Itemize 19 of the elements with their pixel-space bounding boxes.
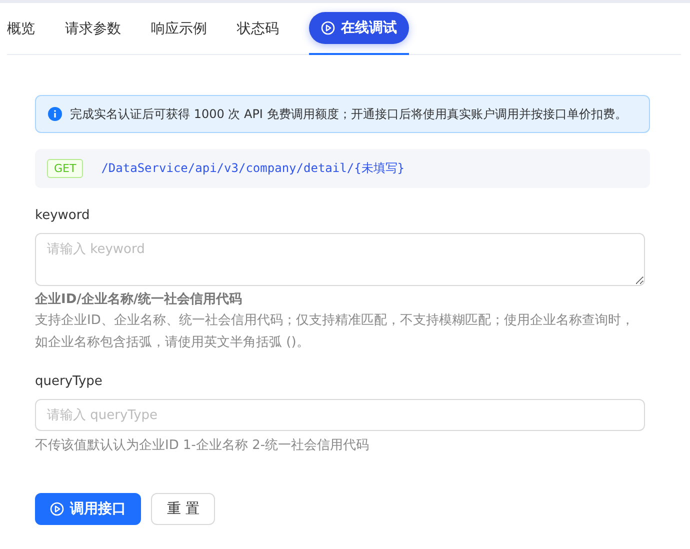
help-text: 支持企业ID、企业名称、统一社会信用代码；仅支持精准匹配，不支持模糊匹配；使用企业名称查询时，如企业名称包含括弧，请使用英文半角括弧 ()。 (35, 312, 635, 352)
tab[interactable]: 响应示例 (151, 3, 207, 54)
info-icon (48, 107, 62, 121)
input-field[interactable]: 请输入 queryType (35, 399, 645, 431)
tab[interactable]: 请求参数 (65, 3, 121, 54)
tab[interactable]: 概览 (7, 3, 35, 54)
tab[interactable]: 状态码 (237, 3, 279, 54)
notice-text: 完成实名认证后可获得 1000 次 API 免费调用额度；开通接口后将使用真实账户调用并按接口单价扣费。 (70, 106, 627, 123)
play-icon (321, 20, 335, 34)
invoke-button[interactable]: 调用接口 (35, 493, 141, 525)
reset-button[interactable]: 重 置 (151, 493, 216, 525)
help-title: 企业ID/企业名称/统一社会信用代码 (35, 290, 244, 308)
method-badge: GET (47, 159, 84, 178)
field-label: queryType (35, 374, 104, 389)
play-icon (50, 502, 64, 516)
endpoint-path: /DataService/api/v3/company/detail/{未填写} (101, 160, 405, 177)
help-text: 不传该值默认认为企业ID 1-企业名称 2-统一社会信用代码 (35, 437, 370, 455)
input-field[interactable]: 请输入 keyword (35, 233, 645, 286)
field-label: keyword (35, 208, 91, 223)
